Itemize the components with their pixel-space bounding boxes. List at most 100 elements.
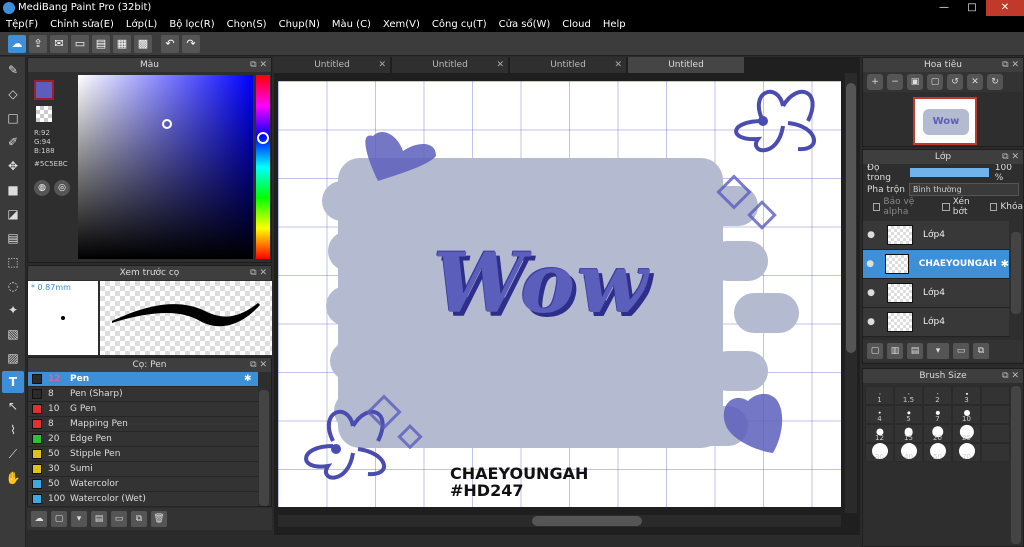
new-1bit-layer-icon[interactable]: ▤ [907,343,923,359]
visibility-icon[interactable]: ● [863,230,879,240]
brush-size-cell[interactable]: 7 [923,405,952,424]
panel-close-icon[interactable]: ⧉ ✕ [250,266,267,280]
gear-icon[interactable]: ✱ [1001,259,1009,270]
brush-size-cell[interactable]: 1.5 [894,386,923,405]
menu-layer[interactable]: Lớp(L) [126,19,157,30]
doc-tab-active[interactable]: Untitled [628,57,744,73]
select-rect-tool[interactable]: ⬚ [2,251,24,273]
menu-tools[interactable]: Công cụ(T) [432,19,487,30]
brush-size-cell[interactable]: 15 [894,424,923,443]
doc-tab[interactable]: Untitled ✕ [392,57,508,73]
rotate-right-icon[interactable]: ↻ [987,74,1003,90]
move-tool[interactable]: ✥ [2,155,24,177]
new-layer-icon[interactable]: ▢ [867,343,883,359]
brush-size-cell[interactable]: 4 [865,405,894,424]
message-icon[interactable]: ▭ [71,34,89,53]
horizontal-scroll-thumb[interactable] [532,516,642,526]
menu-file[interactable]: Tệp(F) [6,19,38,30]
panel-close-icon[interactable]: ⧉ ✕ [1002,150,1019,164]
text-tool[interactable]: T [2,371,24,393]
menu-help[interactable]: Help [603,19,626,30]
color-picker-cursor[interactable] [162,119,172,129]
palette-settings-icon[interactable]: ◎ [54,180,70,196]
brush-tool[interactable]: ✎ [2,59,24,81]
gradient-tool[interactable]: ▤ [2,227,24,249]
lock-checkbox[interactable] [989,202,998,211]
brush-size-cell[interactable]: 20 [923,424,952,443]
panel-close-icon[interactable]: ⧉ ✕ [1002,369,1019,383]
fill-rect-tool[interactable]: ■ [2,179,24,201]
brush-item[interactable]: 50 Stipple Pen [28,447,258,462]
cloud-icon[interactable]: ☁ [8,34,26,53]
reset-icon[interactable]: ✕ [967,74,983,90]
zoom-in-icon[interactable]: + [867,74,883,90]
menu-edit[interactable]: Chỉnh sửa(E) [50,19,114,30]
close-icon[interactable]: ✕ [378,57,386,73]
brush-size-cell[interactable]: 12 [865,424,894,443]
brush-item[interactable]: 8 Mapping Pen [28,417,258,432]
brush-item[interactable]: 50 Watercolor [28,477,258,492]
undo-arrow-icon[interactable]: ↶ [161,34,179,53]
protect-alpha-checkbox[interactable] [873,202,881,211]
menu-view[interactable]: Xem(V) [383,19,420,30]
operation-tool[interactable]: ↖ [2,395,24,417]
hue-slider-handle[interactable] [257,132,269,144]
brush-size-cell[interactable]: 10 [952,405,981,424]
cloud-brush-icon[interactable]: ☁ [31,511,47,527]
add-layer-menu-icon[interactable]: ▾ [927,343,949,359]
layer-item[interactable]: ● Lớp4 [863,279,1009,308]
select-pen-tool[interactable]: ▧ [2,323,24,345]
close-icon[interactable]: ✕ [496,57,504,73]
brush-item[interactable]: 100 Watercolor (Wet) [28,492,258,507]
background-color-swatch[interactable] [36,106,52,122]
doc-tab[interactable]: Untitled ✕ [510,57,626,73]
magic-wand-tool[interactable]: ✦ [2,299,24,321]
duplicate-layer-icon[interactable]: ⧉ [973,343,989,359]
divide-tool[interactable]: ⟋ [2,443,24,465]
gear-icon[interactable]: ✱ [244,374,258,384]
panel-close-icon[interactable]: ⧉ ✕ [1002,58,1019,72]
brush-list-scrollbar[interactable] [259,390,269,506]
brush-item[interactable]: 20 Edge Pen [28,432,258,447]
brush-size-cell[interactable]: 5 [894,405,923,424]
brush-size-cell[interactable]: 25 [952,424,981,443]
hand-tool[interactable]: ✋ [2,467,24,489]
panel-close-icon[interactable]: ⧉ ✕ [250,358,267,372]
brush-item[interactable]: 10 G Pen [28,402,258,417]
rotate-left-icon[interactable]: ↺ [947,74,963,90]
pen-tool[interactable]: ✐ [2,131,24,153]
palette-icon[interactable]: ◍ [34,180,50,196]
menu-snap[interactable]: Chụp(N) [279,19,320,30]
brush-size-cell[interactable]: 3 [952,386,981,405]
minimize-button[interactable]: — [930,0,958,16]
visibility-icon[interactable]: ● [863,259,877,269]
fit-icon[interactable]: ▣ [907,74,923,90]
drawing-canvas[interactable]: Wow CHAEYOUNGAH #HD247 [278,81,841,507]
brush-item[interactable]: 30 Sumi [28,462,258,477]
blend-mode-select[interactable]: Bình thường [908,183,1019,196]
menu-filter[interactable]: Bộ lọc(R) [169,19,214,30]
new-brush-icon[interactable]: ▢ [51,511,67,527]
layer-folder-icon[interactable]: ▭ [953,343,969,359]
visibility-icon[interactable]: ● [863,317,879,327]
duplicate-icon[interactable]: ⧉ [131,511,147,527]
export-icon[interactable]: ⇪ [29,34,47,53]
close-icon[interactable]: ✕ [614,57,622,73]
visibility-icon[interactable]: ● [863,288,879,298]
vertical-scrollbar[interactable] [845,73,857,513]
panel-close-icon[interactable]: ⧉ ✕ [250,58,267,72]
new-halftone-layer-icon[interactable]: ▥ [887,343,903,359]
lasso-tool[interactable]: ◌ [2,275,24,297]
eyedropper-tool[interactable]: ⌇ [2,419,24,441]
vertical-scroll-thumb[interactable] [846,83,856,353]
bucket-tool[interactable]: ◪ [2,203,24,225]
menu-select[interactable]: Chọn(S) [227,19,267,30]
brush-size-cell[interactable]: 50 [923,442,952,462]
add-brush-icon[interactable]: ▾ [71,511,87,527]
brush-size-cell[interactable]: 40 [894,442,923,462]
close-button[interactable]: ✕ [986,0,1024,16]
brush-item[interactable]: 12 Pen ✱ [28,372,258,387]
grid-icon[interactable]: ▦ [113,34,131,53]
brush-size-cell[interactable]: 30 [865,442,894,462]
menu-color[interactable]: Màu (C) [332,19,371,30]
